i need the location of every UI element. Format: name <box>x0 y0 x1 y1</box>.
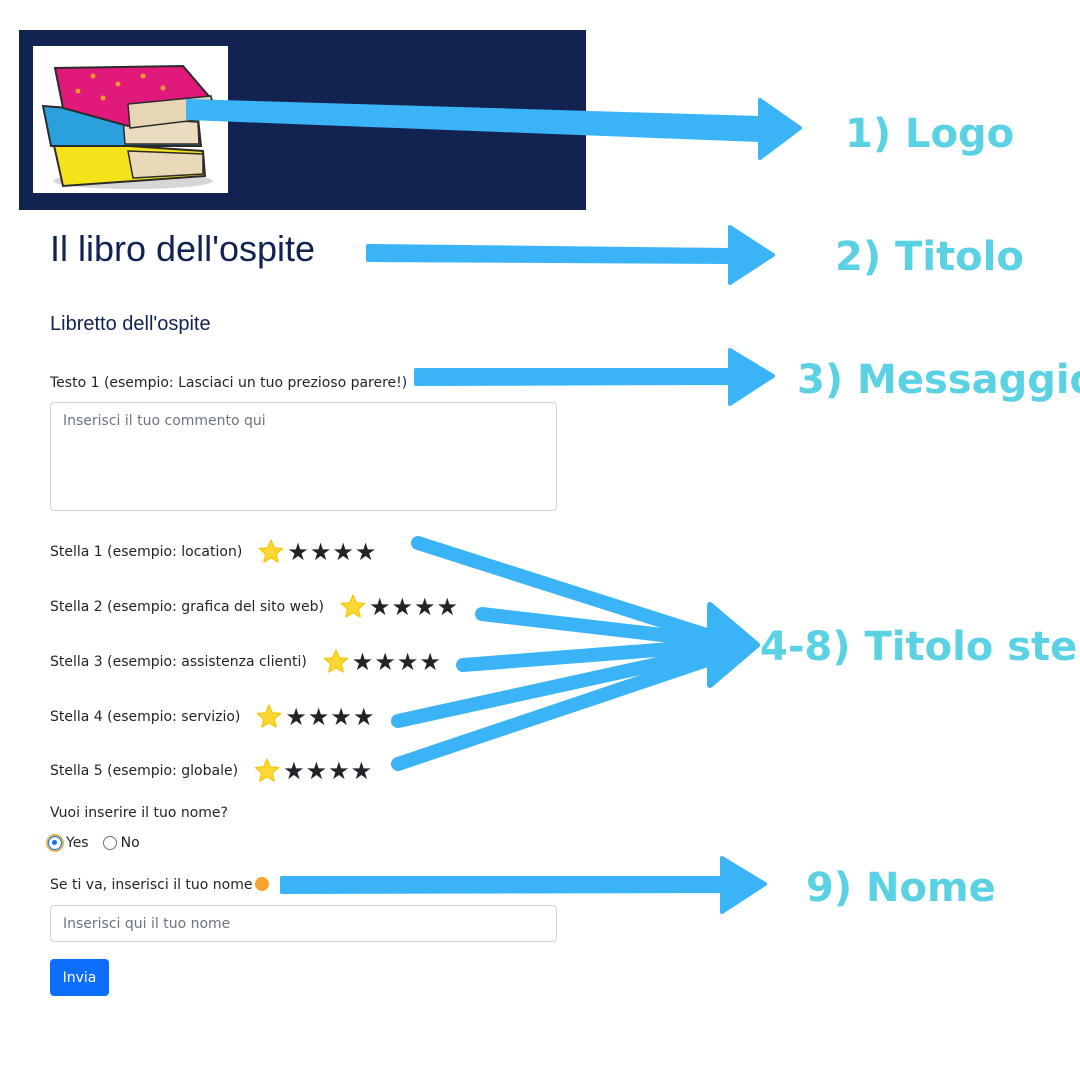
star-filled-icon[interactable] <box>252 757 282 785</box>
star-empty-icon[interactable]: ★ <box>352 650 374 674</box>
rating-label: Stella 3 (esempio: assistenza clienti) <box>50 654 307 670</box>
star-empty-icon[interactable]: ★ <box>328 759 350 783</box>
star-rating: ★ ★ ★ ★ <box>252 757 372 785</box>
logo[interactable] <box>33 46 228 193</box>
rating-row: Stella 1 (esempio: location) ★ ★ ★ ★ <box>50 538 376 566</box>
smile-emoji-icon <box>254 877 269 891</box>
rating-label: Stella 1 (esempio: location) <box>50 544 243 560</box>
comment-textarea[interactable] <box>50 402 557 511</box>
star-empty-icon[interactable]: ★ <box>369 595 391 619</box>
callout-stars: 4-8) Titolo stelle <box>760 624 1080 670</box>
star-empty-icon[interactable]: ★ <box>355 540 377 564</box>
star-filled-icon[interactable] <box>321 648 351 676</box>
callout-name: 9) Nome <box>806 865 996 911</box>
star-empty-icon[interactable]: ★ <box>306 759 328 783</box>
rating-row: Stella 2 (esempio: grafica del sito web)… <box>50 593 458 621</box>
arrow-name <box>280 856 767 914</box>
message-label: Testo 1 (esempio: Lasciaci un tuo prezio… <box>50 375 408 391</box>
star-rating: ★ ★ ★ ★ <box>338 593 458 621</box>
star-empty-icon[interactable]: ★ <box>374 650 396 674</box>
star-empty-icon[interactable]: ★ <box>353 705 375 729</box>
star-empty-icon[interactable]: ★ <box>397 650 419 674</box>
page-subtitle: Libretto dell'ospite <box>50 313 211 335</box>
page-title: Il libro dell'ospite <box>50 228 316 269</box>
rating-row: Stella 3 (esempio: assistenza clienti) ★ ★… <box>50 648 441 676</box>
radio-no[interactable] <box>102 836 117 850</box>
name-input[interactable] <box>50 905 557 942</box>
header-banner <box>19 30 586 210</box>
arrow-message <box>414 348 775 406</box>
callout-message: 3) Messaggio <box>797 357 1080 403</box>
star-empty-icon[interactable]: ★ <box>287 540 309 564</box>
star-rating: ★ ★ ★ ★ <box>256 538 376 566</box>
name-field-label-wrap: Se ti va, inserisci il tuo nome <box>50 877 269 893</box>
star-rating: ★ ★ ★ ★ <box>254 703 374 731</box>
star-empty-icon[interactable]: ★ <box>332 540 354 564</box>
star-empty-icon[interactable]: ★ <box>437 595 459 619</box>
books-logo-icon <box>41 64 215 189</box>
callout-logo: 1) Logo <box>845 111 1015 157</box>
submit-button[interactable]: Invia <box>50 959 109 996</box>
radio-yes[interactable] <box>48 836 62 850</box>
rating-label: Stella 5 (esempio: globale) <box>50 763 239 779</box>
rating-row: Stella 5 (esempio: globale) ★ ★ ★ ★ <box>50 757 372 785</box>
rating-row: Stella 4 (esempio: servizio) ★ ★ ★ ★ <box>50 703 374 731</box>
radio-no-label: No <box>120 835 140 851</box>
star-empty-icon[interactable]: ★ <box>392 595 414 619</box>
star-filled-icon[interactable] <box>256 538 286 566</box>
star-rating: ★ ★ ★ ★ <box>321 648 441 676</box>
star-empty-icon[interactable]: ★ <box>308 705 330 729</box>
radio-yes-label: Yes <box>66 835 89 851</box>
arrow-title <box>366 225 775 285</box>
star-empty-icon[interactable]: ★ <box>414 595 436 619</box>
name-field-label: Se ti va, inserisci il tuo nome <box>50 877 253 893</box>
rating-label: Stella 4 (esempio: servizio) <box>50 709 241 725</box>
star-empty-icon[interactable]: ★ <box>285 705 307 729</box>
rating-label: Stella 2 (esempio: grafica del sito web) <box>50 599 324 615</box>
star-empty-icon[interactable]: ★ <box>283 759 305 783</box>
arrow-stars <box>391 536 729 771</box>
star-filled-icon[interactable] <box>254 703 284 731</box>
star-filled-icon[interactable] <box>338 593 368 621</box>
star-empty-icon[interactable]: ★ <box>330 705 352 729</box>
star-empty-icon[interactable]: ★ <box>310 540 332 564</box>
star-empty-icon[interactable]: ★ <box>419 650 441 674</box>
name-radio-group: Yes No <box>48 835 140 851</box>
star-empty-icon[interactable]: ★ <box>351 759 373 783</box>
name-question-label: Vuoi inserire il tuo nome? <box>50 805 228 821</box>
callout-title: 2) Titolo <box>835 234 1024 280</box>
